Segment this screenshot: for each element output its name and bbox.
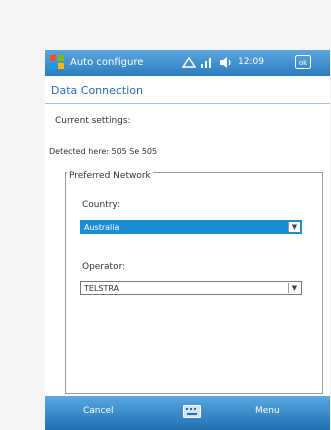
signal-icon[interactable] xyxy=(200,55,214,70)
volume-icon[interactable] xyxy=(218,55,234,70)
title-bar: Auto configure 12:09 ok xyxy=(45,50,330,76)
country-select[interactable]: Australia ▼ xyxy=(80,220,302,234)
page-title: Data Connection xyxy=(51,84,144,97)
operator-value: TELSTRA xyxy=(84,284,120,293)
detected-network-text: Detected here: 505 Se 505 xyxy=(49,147,158,156)
heading-divider xyxy=(45,103,330,104)
country-label: Country: xyxy=(82,200,121,210)
operator-label: Operator: xyxy=(82,262,126,272)
preferred-network-legend: Preferred Network xyxy=(67,171,153,183)
clock[interactable]: 12:09 xyxy=(238,57,264,67)
operator-select[interactable]: TELSTRA ▼ xyxy=(80,281,302,295)
windows-logo-icon[interactable] xyxy=(49,54,65,70)
chevron-down-icon[interactable]: ▼ xyxy=(288,283,300,293)
chevron-down-icon[interactable]: ▼ xyxy=(288,222,300,232)
connectivity-icon[interactable] xyxy=(181,55,197,70)
cancel-softkey[interactable]: Cancel xyxy=(83,406,114,416)
app-title: Auto configure xyxy=(70,57,144,68)
device-screen: Auto configure 12:09 ok Data Connection … xyxy=(45,50,330,430)
menu-softkey[interactable]: Menu xyxy=(255,406,280,416)
country-value: Australia xyxy=(84,223,120,232)
softkey-bar: Cancel Menu xyxy=(45,396,330,430)
ok-icon[interactable]: ok xyxy=(295,55,311,69)
current-settings-label: Current settings: xyxy=(55,116,131,126)
ok-label: ok xyxy=(299,59,308,67)
keyboard-icon[interactable] xyxy=(183,405,201,418)
